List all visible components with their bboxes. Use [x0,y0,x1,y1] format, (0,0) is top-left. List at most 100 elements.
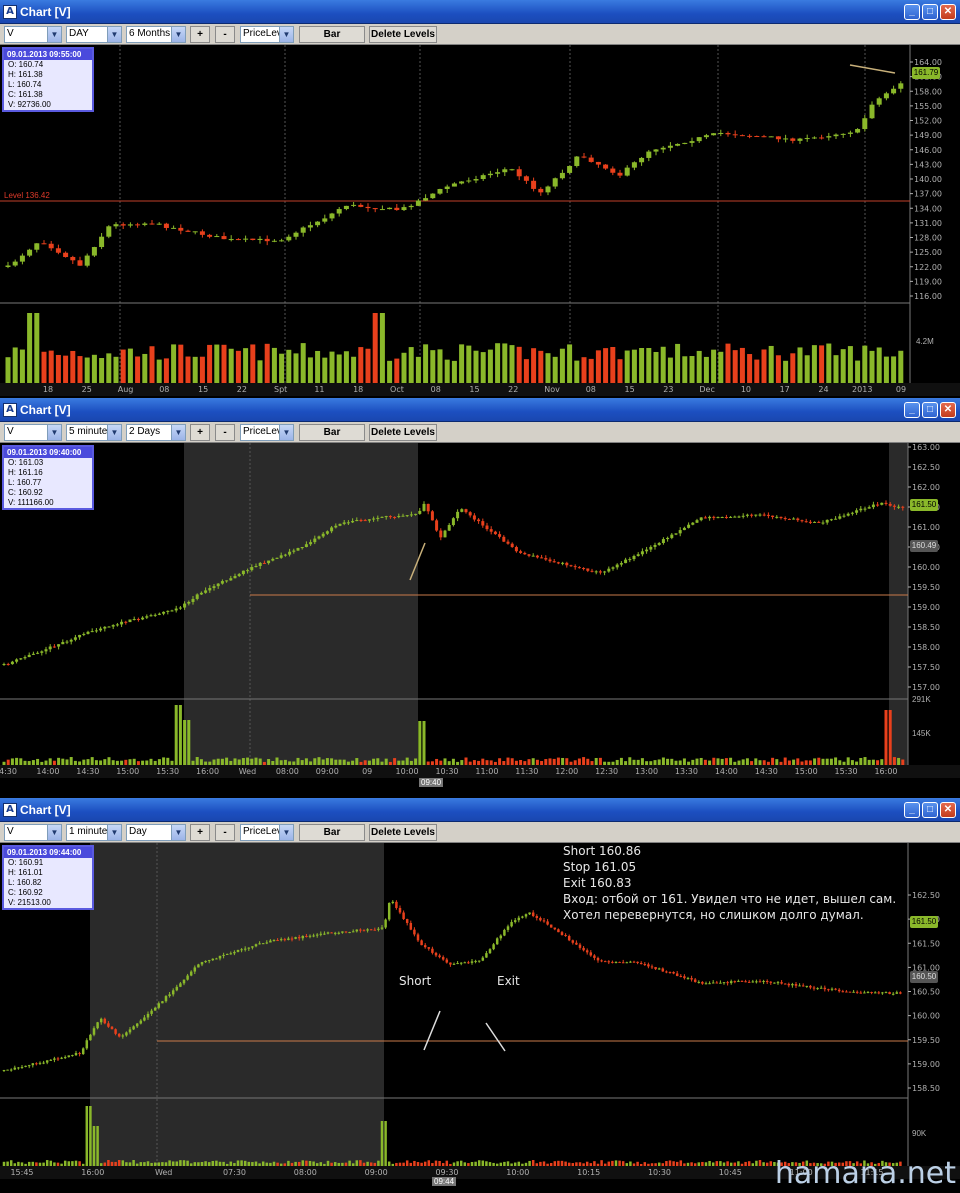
title-bar[interactable]: A Chart [V] _ □ ✕ [0,798,960,822]
candle-body [846,513,850,516]
range-select[interactable]: Day ▼ [126,824,186,841]
zoom-out-button[interactable]: - [215,424,235,441]
close-button[interactable]: ✕ [940,402,956,418]
candle-body [301,935,305,939]
volume-bar [430,350,436,383]
candle-body [639,962,643,965]
candle-body [363,520,367,522]
volume-bar [57,757,61,765]
x-tick-label: 10:00 [506,1168,529,1177]
candle-body [567,936,571,941]
zoom-out-button[interactable]: - [215,26,235,43]
candle-body [489,529,493,532]
level-mode-select[interactable]: PriceLeve ▼ [240,824,294,841]
y-tick-label: 158.50 [912,623,940,632]
chart-area[interactable]: 163.00162.50162.00161.50161.00160.50160.… [0,443,960,796]
candle-body [329,213,335,219]
chart-area[interactable]: 162.50162.00161.50161.00160.50160.00159.… [0,843,960,1193]
zoom-out-button[interactable]: - [215,824,235,841]
maximize-button[interactable]: □ [922,802,938,818]
volume-bar [493,761,497,765]
volume-bar [792,759,796,765]
zoom-in-button[interactable]: + [190,424,210,441]
candle-body [9,1069,13,1071]
volume-bar [391,1163,395,1166]
volume-bar [415,356,421,383]
candle-body [207,960,211,962]
candle-body [394,207,400,211]
title-bar[interactable]: A Chart [V] _ □ ✕ [0,0,960,24]
delete-levels-button[interactable]: Delete Levels [369,824,437,841]
minimize-button[interactable]: _ [904,402,920,418]
delete-levels-button[interactable]: Delete Levels [369,424,437,441]
volume-bar [258,1163,261,1166]
candle-body [538,188,544,193]
symbol-select[interactable]: V ▼ [4,26,62,43]
candle-body [495,172,501,174]
x-tick-label: Dec [699,385,714,394]
minimize-button[interactable]: _ [904,802,920,818]
minimize-button[interactable]: _ [904,4,920,20]
volume-bar [359,1160,362,1166]
candle-body [300,227,306,233]
level-mode-select[interactable]: PriceLeve ▼ [240,424,294,441]
symbol-select[interactable]: V ▼ [4,824,62,841]
candle-body [235,239,241,241]
candle-body [459,181,465,184]
volume-bar [369,1162,373,1166]
volume-bar [315,350,321,383]
volume-bar [398,1162,402,1166]
symbol-select[interactable]: V ▼ [4,424,62,441]
y-tick-label: 131.00 [914,219,942,228]
bar-button[interactable]: Bar [299,424,365,441]
maximize-button[interactable]: □ [922,402,938,418]
candle-body [863,508,867,510]
candle-body [73,637,77,640]
y-tick-label: 116.00 [914,292,942,301]
bar-button[interactable]: Bar [299,824,365,841]
close-button[interactable]: ✕ [940,4,956,20]
zoom-in-button[interactable]: + [190,824,210,841]
volume-bar [426,761,430,765]
candle-body [391,901,395,903]
interval-select[interactable]: DAY ▼ [66,26,122,43]
chart-area[interactable]: 164.00161.00158.00155.00152.00149.00146.… [0,45,960,396]
candle-body [409,514,413,516]
candle-body [279,555,283,558]
bar-button[interactable]: Bar [299,26,365,43]
interval-select[interactable]: 1 minute ▼ [66,824,122,841]
volume-bar [99,1163,103,1166]
volume-bar [797,347,803,383]
volume-bar [221,344,227,383]
x-tick-label: 22 [508,385,518,394]
candle-body [883,93,889,99]
x-tick-label: 08 [431,385,441,394]
range-value: 6 Months [129,28,171,39]
volume-bar [880,759,884,765]
short-label: Short [399,974,432,988]
volume-bar [182,1160,186,1166]
candle-body [305,935,308,937]
candle-body [132,1026,135,1030]
interval-select[interactable]: 5 minutes ▼ [66,424,122,441]
candle-body [325,531,329,534]
candle-body [127,224,133,226]
level-mode-select[interactable]: PriceLeve ▼ [240,26,294,43]
candle-body [333,932,337,934]
candle-body [565,562,569,566]
range-select[interactable]: 6 Months ▼ [126,26,186,43]
volume-bar [423,344,429,383]
candle-body [228,239,234,241]
candle-body [84,255,90,266]
candle-body [859,508,863,511]
candle-body [24,1065,27,1067]
delete-levels-button[interactable]: Delete Levels [369,26,437,43]
title-bar[interactable]: A Chart [V] _ □ ✕ [0,398,960,422]
candle-body [474,960,477,962]
volume-bar [372,313,378,383]
zoom-in-button[interactable]: + [190,26,210,43]
range-select[interactable]: 2 Days ▼ [126,424,186,441]
volume-bar [750,761,754,765]
maximize-button[interactable]: □ [922,4,938,20]
close-button[interactable]: ✕ [940,802,956,818]
